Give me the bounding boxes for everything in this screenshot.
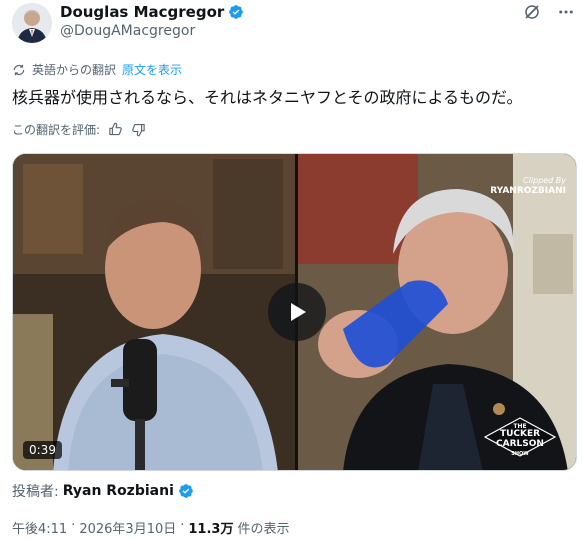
rate-translation-label: この翻訳を評価: [12,123,101,137]
video-player[interactable]: Clipped By RYANROZBIANI 0:39 THE TUCKER … [12,153,577,471]
show-logo-line3: CARLSON [496,439,544,449]
header-actions [522,2,576,22]
thumbs-down-icon[interactable] [131,122,146,137]
meta-separator: · [180,518,185,533]
translation-label: 英語からの翻訳 [32,63,117,77]
meta-separator: · [71,518,76,533]
author-handle[interactable]: @DougAMacgregor [60,23,195,39]
more-icon[interactable] [556,2,576,22]
tweet-text: 核兵器が使用されるなら、それはネタニヤフとその政府によるものだ。 [12,88,523,107]
show-logo-line2: TUCKER [499,429,541,439]
watermark-name: RYANROZBIANI [490,186,566,196]
poster-name[interactable]: Ryan Rozbiani [63,483,174,499]
author-avatar[interactable] [12,3,52,43]
verified-badge-icon [179,484,193,498]
thumbs-up-icon[interactable] [108,122,123,137]
translation-notice: 英語からの翻訳 原文を表示 [12,61,182,78]
play-button[interactable] [268,283,326,341]
view-count: 11.3万 [188,522,234,537]
show-original-link[interactable]: 原文を表示 [122,61,182,78]
posted-by-label: 投稿者: [12,484,59,500]
tweet-meta: 午後4:11 · 2026年3月10日 · 11.3万 件の表示 [12,518,289,537]
grok-icon[interactable] [522,2,542,22]
verified-badge-icon [229,5,244,19]
author-name-row[interactable]: Douglas Macgregor [60,3,244,21]
view-count-label: 件の表示 [237,522,290,537]
rate-translation: この翻訳を評価: [12,121,146,138]
clipper-watermark: Clipped By RYANROZBIANI [490,176,566,196]
tweet-time[interactable]: 午後4:11 [12,518,67,537]
tweet-date[interactable]: 2026年3月10日 [79,518,176,537]
author-name[interactable]: Douglas Macgregor [60,3,224,21]
posted-by-row: 投稿者: Ryan Rozbiani [12,481,194,501]
show-logo-line4: SHOW [511,451,529,457]
play-icon [291,303,306,321]
video-duration: 0:39 [23,441,62,459]
translate-icon [13,64,25,75]
avatar-image [12,3,52,43]
show-logo: THE TUCKER CARLSON SHOW [480,416,560,458]
watermark-top: Clipped By [523,176,566,185]
